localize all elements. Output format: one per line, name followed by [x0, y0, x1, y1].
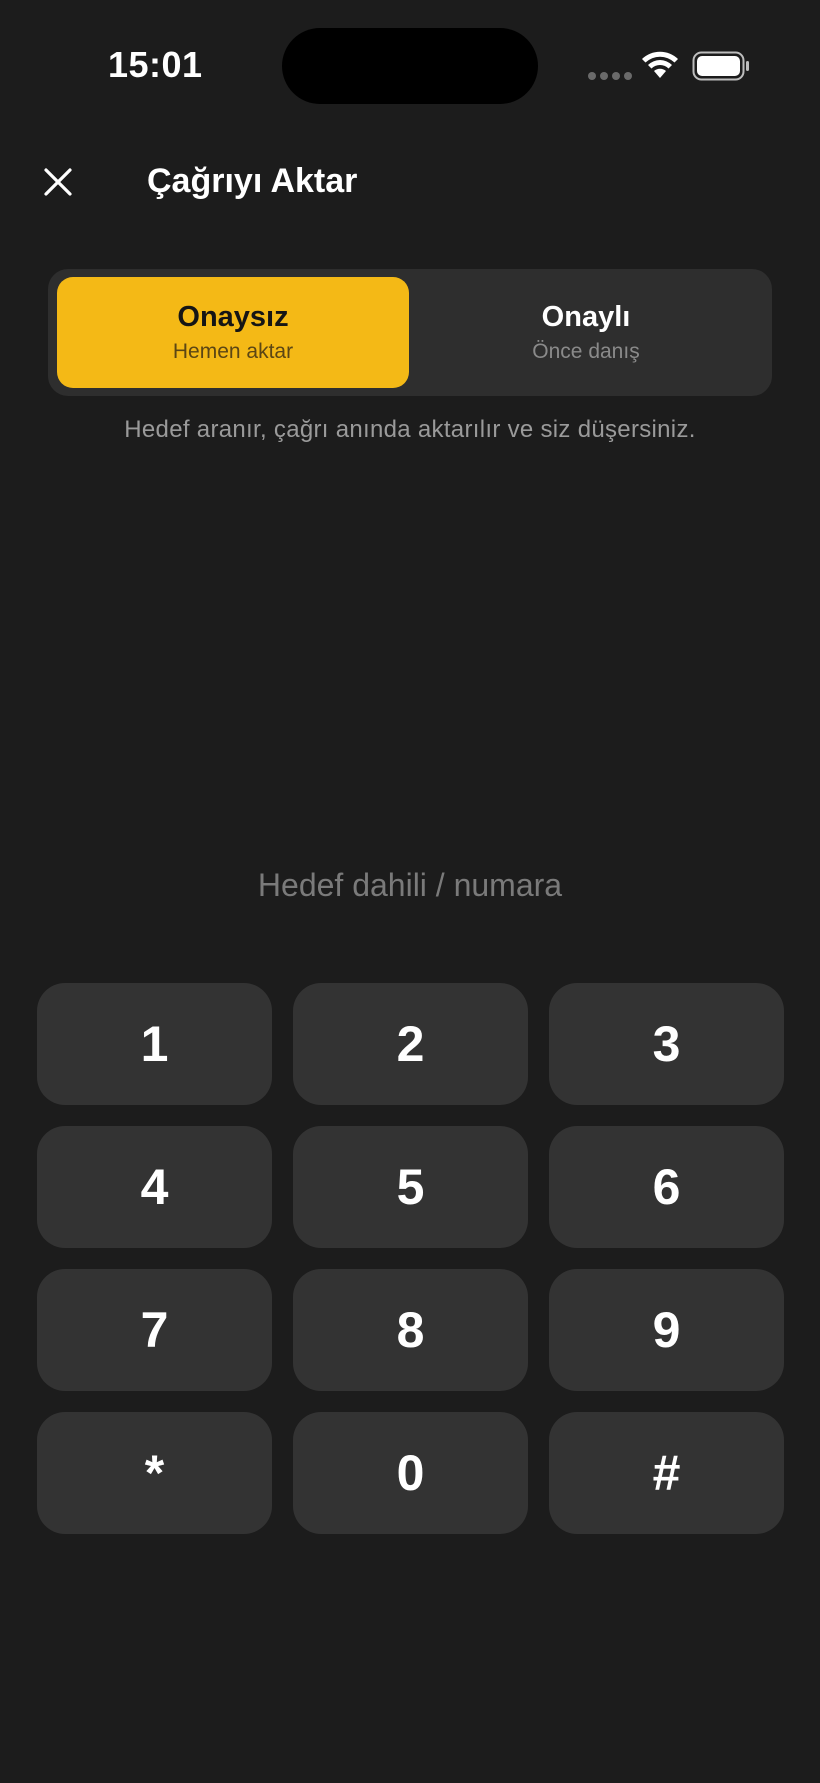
keypad-key-7[interactable]: 7: [37, 1269, 272, 1391]
page-title: Çağrıyı Aktar: [147, 162, 358, 200]
keypad-key-6[interactable]: 6: [549, 1126, 784, 1248]
close-icon: [44, 168, 72, 196]
keypad-key-3[interactable]: 3: [549, 983, 784, 1105]
segment-blind-title: Onaysız: [177, 300, 289, 333]
transfer-mode-description: Hedef aranır, çağrı anında aktarılır ve …: [124, 416, 696, 443]
segment-attended-title: Onaylı: [541, 300, 631, 333]
keypad-key-9[interactable]: 9: [549, 1269, 784, 1391]
transfer-call-screen: 15:01 Çağrıyı Aktar Onaysız Hemen aktar …: [0, 0, 820, 1783]
keypad-key-hash[interactable]: #: [549, 1412, 784, 1534]
keypad-key-4[interactable]: 4: [37, 1126, 272, 1248]
segment-attended-subtitle: Önce danış: [532, 340, 640, 364]
keypad-key-2[interactable]: 2: [293, 983, 528, 1105]
segment-blind-transfer[interactable]: Onaysız Hemen aktar: [57, 277, 409, 388]
keypad-key-star[interactable]: *: [37, 1412, 272, 1534]
keypad-key-1[interactable]: 1: [37, 983, 272, 1105]
segment-attended-transfer[interactable]: Onaylı Önce danış: [410, 277, 762, 388]
keypad-key-5[interactable]: 5: [293, 1126, 528, 1248]
close-button[interactable]: [36, 160, 80, 204]
segment-blind-subtitle: Hemen aktar: [172, 340, 294, 364]
cellular-signal-icon: [588, 72, 632, 80]
keypad-key-8[interactable]: 8: [293, 1269, 528, 1391]
target-number-input[interactable]: [110, 860, 710, 910]
status-time: 15:01: [108, 44, 203, 85]
battery-icon: [692, 51, 749, 81]
keypad-key-0[interactable]: 0: [293, 1412, 528, 1534]
transfer-mode-segmented-control: Onaysız Hemen aktar Onaylı Önce danış: [48, 269, 772, 396]
wifi-icon: [642, 51, 678, 78]
dynamic-island: [282, 28, 538, 104]
